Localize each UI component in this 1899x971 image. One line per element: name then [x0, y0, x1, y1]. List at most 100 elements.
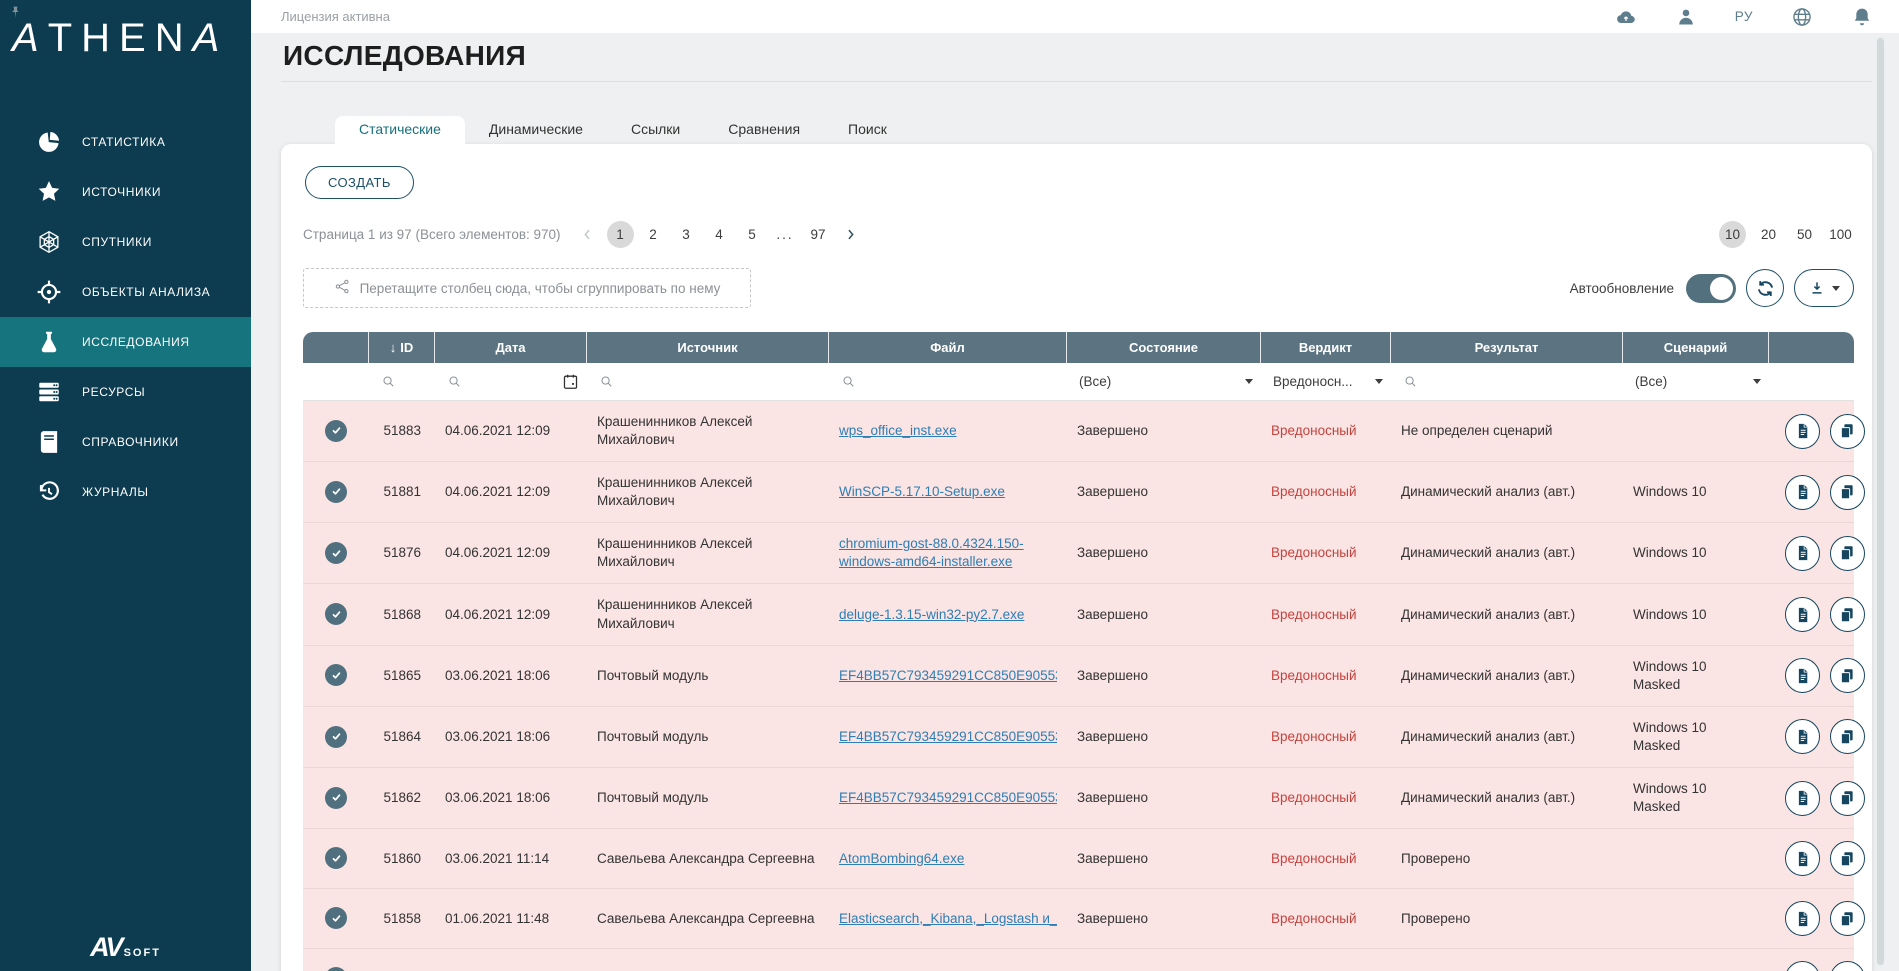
copy-research-button[interactable]: [1830, 719, 1865, 754]
column-header-result[interactable]: Результат: [1391, 332, 1623, 363]
copy-research-button[interactable]: [1830, 475, 1865, 510]
sidebar-item-handbooks[interactable]: СПРАВОЧНИКИ: [0, 417, 251, 467]
tab-comparisons[interactable]: Сравнения: [704, 116, 824, 144]
report-document-button[interactable]: [1785, 475, 1820, 510]
pin-sidebar-icon[interactable]: [8, 5, 23, 25]
research-scenario: Windows 10 Masked: [1623, 707, 1769, 768]
column-header-scenario[interactable]: Сценарий: [1623, 332, 1769, 363]
file-link[interactable]: WinSCP-5.17.10-Setup.exe: [839, 484, 1005, 499]
refresh-button[interactable]: [1746, 269, 1784, 307]
report-document-button[interactable]: [1785, 597, 1820, 632]
pager-page[interactable]: 3: [673, 221, 700, 248]
create-button[interactable]: СОЗДАТЬ: [305, 166, 414, 199]
file-filter[interactable]: [829, 363, 1067, 401]
table-row[interactable]: 51858 01.06.2021 11:48 Савельева Алексан…: [303, 889, 1854, 949]
report-document-button[interactable]: [1785, 414, 1820, 449]
tab-search[interactable]: Поиск: [824, 116, 911, 144]
file-link[interactable]: AtomBombing64.exe: [839, 851, 964, 866]
table-row[interactable]: 51864 03.06.2021 18:06 Почтовый модуль E…: [303, 707, 1854, 768]
report-document-button[interactable]: [1785, 961, 1820, 971]
source-filter[interactable]: [587, 363, 829, 401]
sidebar-item-research[interactable]: ИССЛЕДОВАНИЯ: [0, 317, 251, 367]
copy-research-button[interactable]: [1830, 841, 1865, 876]
state-filter[interactable]: (Все): [1067, 363, 1261, 401]
pager-page[interactable]: 5: [739, 221, 766, 248]
table-row[interactable]: 51856 31.05.2021 19:08 Анвар Гильфанов E…: [303, 949, 1854, 971]
file-link[interactable]: chromium-gost-88.0.4324.150-windows-amd6…: [839, 536, 1024, 569]
cloud-upload-icon[interactable]: [1615, 6, 1637, 28]
column-header-date[interactable]: Дата: [435, 332, 587, 363]
copy-research-button[interactable]: [1830, 658, 1865, 693]
table-row[interactable]: 51881 04.06.2021 12:09 Крашенинников Але…: [303, 462, 1854, 523]
tab-links[interactable]: Ссылки: [607, 116, 704, 144]
report-document-button[interactable]: [1785, 781, 1820, 816]
file-link[interactable]: EF4BB57C793459291CC850E90553...: [839, 668, 1057, 683]
page-size-option[interactable]: 20: [1755, 221, 1782, 248]
pager-prev[interactable]: [575, 222, 601, 248]
calendar-icon[interactable]: [562, 373, 579, 390]
tab-static[interactable]: Статические: [335, 116, 465, 144]
column-header-state[interactable]: Состояние: [1067, 332, 1261, 363]
sidebar-item-resources[interactable]: РЕСУРСЫ: [0, 367, 251, 417]
copy-research-button[interactable]: [1830, 597, 1865, 632]
research-date: 03.06.2021 18:06: [435, 707, 587, 768]
column-header-file[interactable]: Файл: [829, 332, 1067, 363]
sidebar-item-analysis-objects[interactable]: ОБЪЕКТЫ АНАЛИЗА: [0, 267, 251, 317]
copy-research-button[interactable]: [1830, 901, 1865, 936]
report-document-button[interactable]: [1785, 536, 1820, 571]
page-size-option[interactable]: 10: [1719, 221, 1746, 248]
scrollbar-thumb[interactable]: [1877, 38, 1884, 965]
table-row[interactable]: 51860 03.06.2021 11:14 Савельева Алексан…: [303, 829, 1854, 889]
copy-research-button[interactable]: [1830, 536, 1865, 571]
result-filter[interactable]: [1391, 363, 1623, 401]
table-row[interactable]: 51883 04.06.2021 12:09 Крашенинников Але…: [303, 401, 1854, 462]
pager-page[interactable]: 2: [640, 221, 667, 248]
report-document-button[interactable]: [1785, 901, 1820, 936]
report-document-button[interactable]: [1785, 841, 1820, 876]
pager-page[interactable]: 4: [706, 221, 733, 248]
research-result: Не определен сценарий: [1391, 401, 1623, 462]
page-size-option[interactable]: 50: [1791, 221, 1818, 248]
report-document-button[interactable]: [1785, 719, 1820, 754]
copy-research-button[interactable]: [1830, 961, 1865, 971]
bell-icon[interactable]: [1851, 6, 1873, 28]
research-source: Савельева Александра Сергеевна: [587, 829, 829, 889]
sidebar-item-sources[interactable]: ИСТОЧНИКИ: [0, 167, 251, 217]
user-icon[interactable]: [1675, 6, 1697, 28]
download-button[interactable]: [1794, 269, 1854, 307]
page-size-option[interactable]: 100: [1827, 221, 1854, 248]
scenario-filter[interactable]: (Все): [1623, 363, 1769, 401]
pager-next[interactable]: [838, 222, 864, 248]
globe-icon[interactable]: [1791, 6, 1813, 28]
file-link[interactable]: deluge-1.3.15-win32-py2.7.exe: [839, 607, 1024, 622]
date-filter[interactable]: [435, 363, 587, 401]
report-document-button[interactable]: [1785, 658, 1820, 693]
table-row[interactable]: 51868 04.06.2021 12:09 Крашенинников Але…: [303, 584, 1854, 645]
group-drop-zone[interactable]: Перетащите столбец сюда, чтобы сгруппиро…: [303, 268, 751, 308]
sidebar-item-statistics[interactable]: СТАТИСТИКА: [0, 117, 251, 167]
autorefresh-toggle[interactable]: [1686, 274, 1736, 303]
file-link[interactable]: wps_office_inst.exe: [839, 423, 957, 438]
completed-check-icon: [325, 726, 347, 748]
language-selector[interactable]: РУ: [1735, 9, 1753, 24]
sidebar-item-satellites[interactable]: СПУТНИКИ: [0, 217, 251, 267]
file-link[interactable]: EF4BB57C793459291CC850E90553...: [839, 790, 1057, 805]
table-row[interactable]: 51876 04.06.2021 12:09 Крашенинников Але…: [303, 523, 1854, 584]
column-header-source[interactable]: Источник: [587, 332, 829, 363]
table-row[interactable]: 51865 03.06.2021 18:06 Почтовый модуль E…: [303, 646, 1854, 707]
sidebar-item-journals[interactable]: ЖУРНАЛЫ: [0, 467, 251, 517]
verdict-filter[interactable]: Вредоносн...: [1261, 363, 1391, 401]
file-link[interactable]: EF4BB57C793459291CC850E90553...: [839, 729, 1057, 744]
column-header-id[interactable]: ↓ID: [369, 332, 435, 363]
copy-research-button[interactable]: [1830, 414, 1865, 449]
research-result: Динамический анализ (авт.): [1391, 523, 1623, 584]
column-header-verdict[interactable]: Вердикт: [1261, 332, 1391, 363]
tab-dynamic[interactable]: Динамические: [465, 116, 607, 144]
pager-page[interactable]: 97: [805, 221, 832, 248]
page-scrollbar[interactable]: [1876, 36, 1885, 967]
id-filter[interactable]: [369, 363, 435, 401]
pager-page[interactable]: 1: [607, 221, 634, 248]
table-row[interactable]: 51862 03.06.2021 18:06 Почтовый модуль E…: [303, 768, 1854, 829]
file-link[interactable]: Elasticsearch,_Kibana,_Logstash и_...: [839, 911, 1057, 926]
copy-research-button[interactable]: [1830, 781, 1865, 816]
